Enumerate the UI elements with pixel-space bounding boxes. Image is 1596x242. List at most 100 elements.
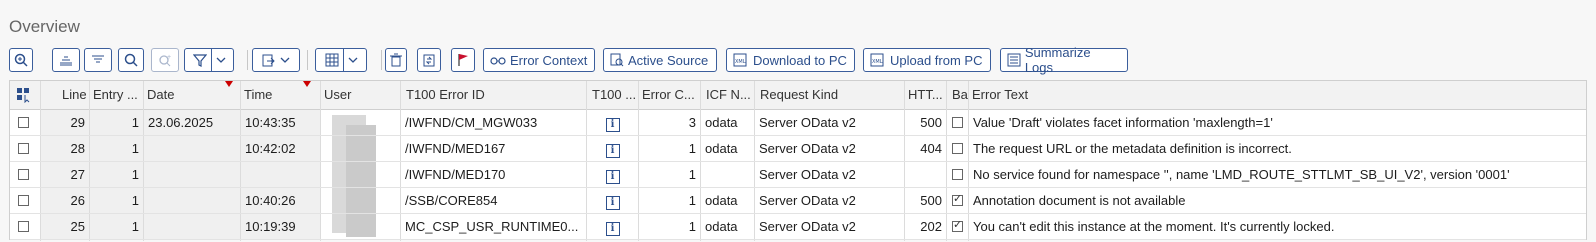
entry-cell: 1 [90,162,143,187]
icf-cell: odata [705,141,738,156]
info-icon[interactable]: i [605,170,620,184]
t100-info-cell[interactable]: i [587,136,638,161]
error-log-table: Line Entry ... Date Time User T100 Error… [9,80,1587,241]
filter-button[interactable] [184,48,234,72]
time-cell: 10:40:26 [241,188,320,213]
row-select-checkbox[interactable] [18,143,29,154]
table-row[interactable]: 25 1 10:19:39 MC_CSP_USR_RUNTIME0... i 1… [10,214,1586,240]
chevron-down-icon [348,57,357,63]
column-header-line[interactable]: Line [58,81,92,109]
toolbar: + Error Context Active Source XML Downlo… [9,45,1589,75]
t100-info-cell[interactable]: i [587,162,638,187]
request-kind-cell: Server OData v2 [759,115,856,130]
error-context-button[interactable]: Error Context [483,48,595,72]
line-cell: 26 [41,188,89,213]
line-cell: 27 [41,162,89,187]
list-summary-icon [1007,53,1021,67]
error-text-cell: The request URL or the metadata definiti… [973,141,1292,156]
error-id-cell: /IWFND/MED170 [405,167,506,182]
overview-panel: Overview + Error Context Active Source X… [0,0,1596,242]
table-row[interactable]: 27 1 /IWFND/MED170 i 1 Server OData v2 N… [10,162,1586,188]
export-icon [262,54,275,67]
icf-cell: odata [705,219,738,234]
export-button[interactable] [252,48,300,72]
error-context-label: Error Context [510,52,588,68]
column-header-error-count[interactable]: Error C... [638,81,700,109]
request-kind-cell: Server OData v2 [759,193,856,208]
time-cell: 10:42:02 [241,136,320,161]
icf-cell [701,162,754,187]
layout-button[interactable] [315,48,367,72]
http-cell: 500 [920,193,942,208]
time-cell: 10:19:39 [241,214,320,239]
row-select-checkbox[interactable] [18,169,29,180]
column-header-ba[interactable]: Ba [948,81,970,109]
delete-button[interactable] [385,48,407,72]
column-header-icf-node[interactable]: ICF N... [702,81,754,109]
row-select-checkbox[interactable] [18,221,29,232]
date-cell [144,214,240,239]
error-count-cell: 3 [688,115,696,130]
entry-cell: 1 [90,136,143,161]
download-to-pc-button[interactable]: XML Download to PC [726,48,855,72]
upload-from-pc-label: Upload from PC [890,52,983,68]
chevron-down-icon [280,57,290,63]
info-icon[interactable]: i [605,222,620,236]
time-cell [241,162,320,187]
t100-info-cell[interactable]: i [587,214,638,239]
column-header-t100[interactable]: T100 ... [588,81,640,109]
entry-cell: 1 [90,188,143,213]
column-header-t100-error-id[interactable]: T100 Error ID [402,81,586,109]
summarize-logs-button[interactable]: Summarize Logs [1000,45,1128,75]
column-header-http[interactable]: HTT... [904,81,948,109]
select-all-button[interactable] [10,81,40,109]
table-row[interactable]: 26 1 10:40:26 /SSB/CORE854 i 1 odata Ser… [10,188,1586,214]
zoom-button[interactable] [9,48,33,72]
find-button[interactable] [118,48,144,72]
request-kind-cell: Server OData v2 [759,219,856,234]
flag-button[interactable] [451,48,475,72]
sort-ascending-button[interactable] [52,48,80,72]
active-source-button[interactable]: Active Source [603,48,717,72]
error-text-cell: You can't edit this instance at the mome… [973,219,1335,234]
column-header-entry[interactable]: Entry ... [89,81,141,109]
table-row[interactable]: 29 1 23.06.2025 10:43:35 /IWFND/CM_MGW03… [10,110,1586,136]
error-text-cell: Annotation document is not available [973,193,1186,208]
error-count-cell: 1 [688,219,696,234]
upload-from-pc-button[interactable]: XML Upload from PC [863,48,991,72]
error-count-cell: 1 [688,141,696,156]
sort-indicator-icon [225,81,233,87]
ba-checkbox [952,192,963,206]
row-select-checkbox[interactable] [18,195,29,206]
table-row[interactable]: 28 1 10:42:02 /IWFND/MED167 i 1 odata Se… [10,136,1586,162]
row-select-checkbox[interactable] [18,117,29,128]
info-icon[interactable]: i [605,144,620,158]
column-header-request-kind[interactable]: Request Kind [756,81,904,109]
sort-descending-button[interactable] [84,48,112,72]
ba-checkbox [952,218,963,232]
glasses-icon [490,57,506,65]
search-next-icon: + [159,54,171,67]
refresh-button[interactable] [417,48,441,72]
date-cell [144,188,240,213]
error-text-cell: Value 'Draft' violates facet information… [973,115,1273,130]
info-icon[interactable]: i [605,196,620,210]
page-title: Overview [9,17,80,36]
line-cell: 28 [41,136,89,161]
red-flag-icon [458,54,468,66]
column-header-error-text[interactable]: Error Text [968,81,1168,109]
svg-text:XML: XML [735,59,746,65]
info-icon[interactable]: i [605,118,620,132]
entry-cell: 1 [90,214,143,239]
t100-info-cell[interactable]: i [587,110,638,135]
sort-descending-icon [92,55,104,63]
find-next-button[interactable]: + [151,48,179,72]
table-header: Line Entry ... Date Time User T100 Error… [10,81,1586,110]
xml-download-icon: XML [733,53,747,67]
column-header-user[interactable]: User [320,81,400,109]
date-cell [144,136,240,161]
error-count-cell: 1 [688,193,696,208]
error-id-cell: /SSB/CORE854 [405,193,498,208]
t100-info-cell[interactable]: i [587,188,638,213]
download-to-pc-label: Download to PC [753,52,847,68]
